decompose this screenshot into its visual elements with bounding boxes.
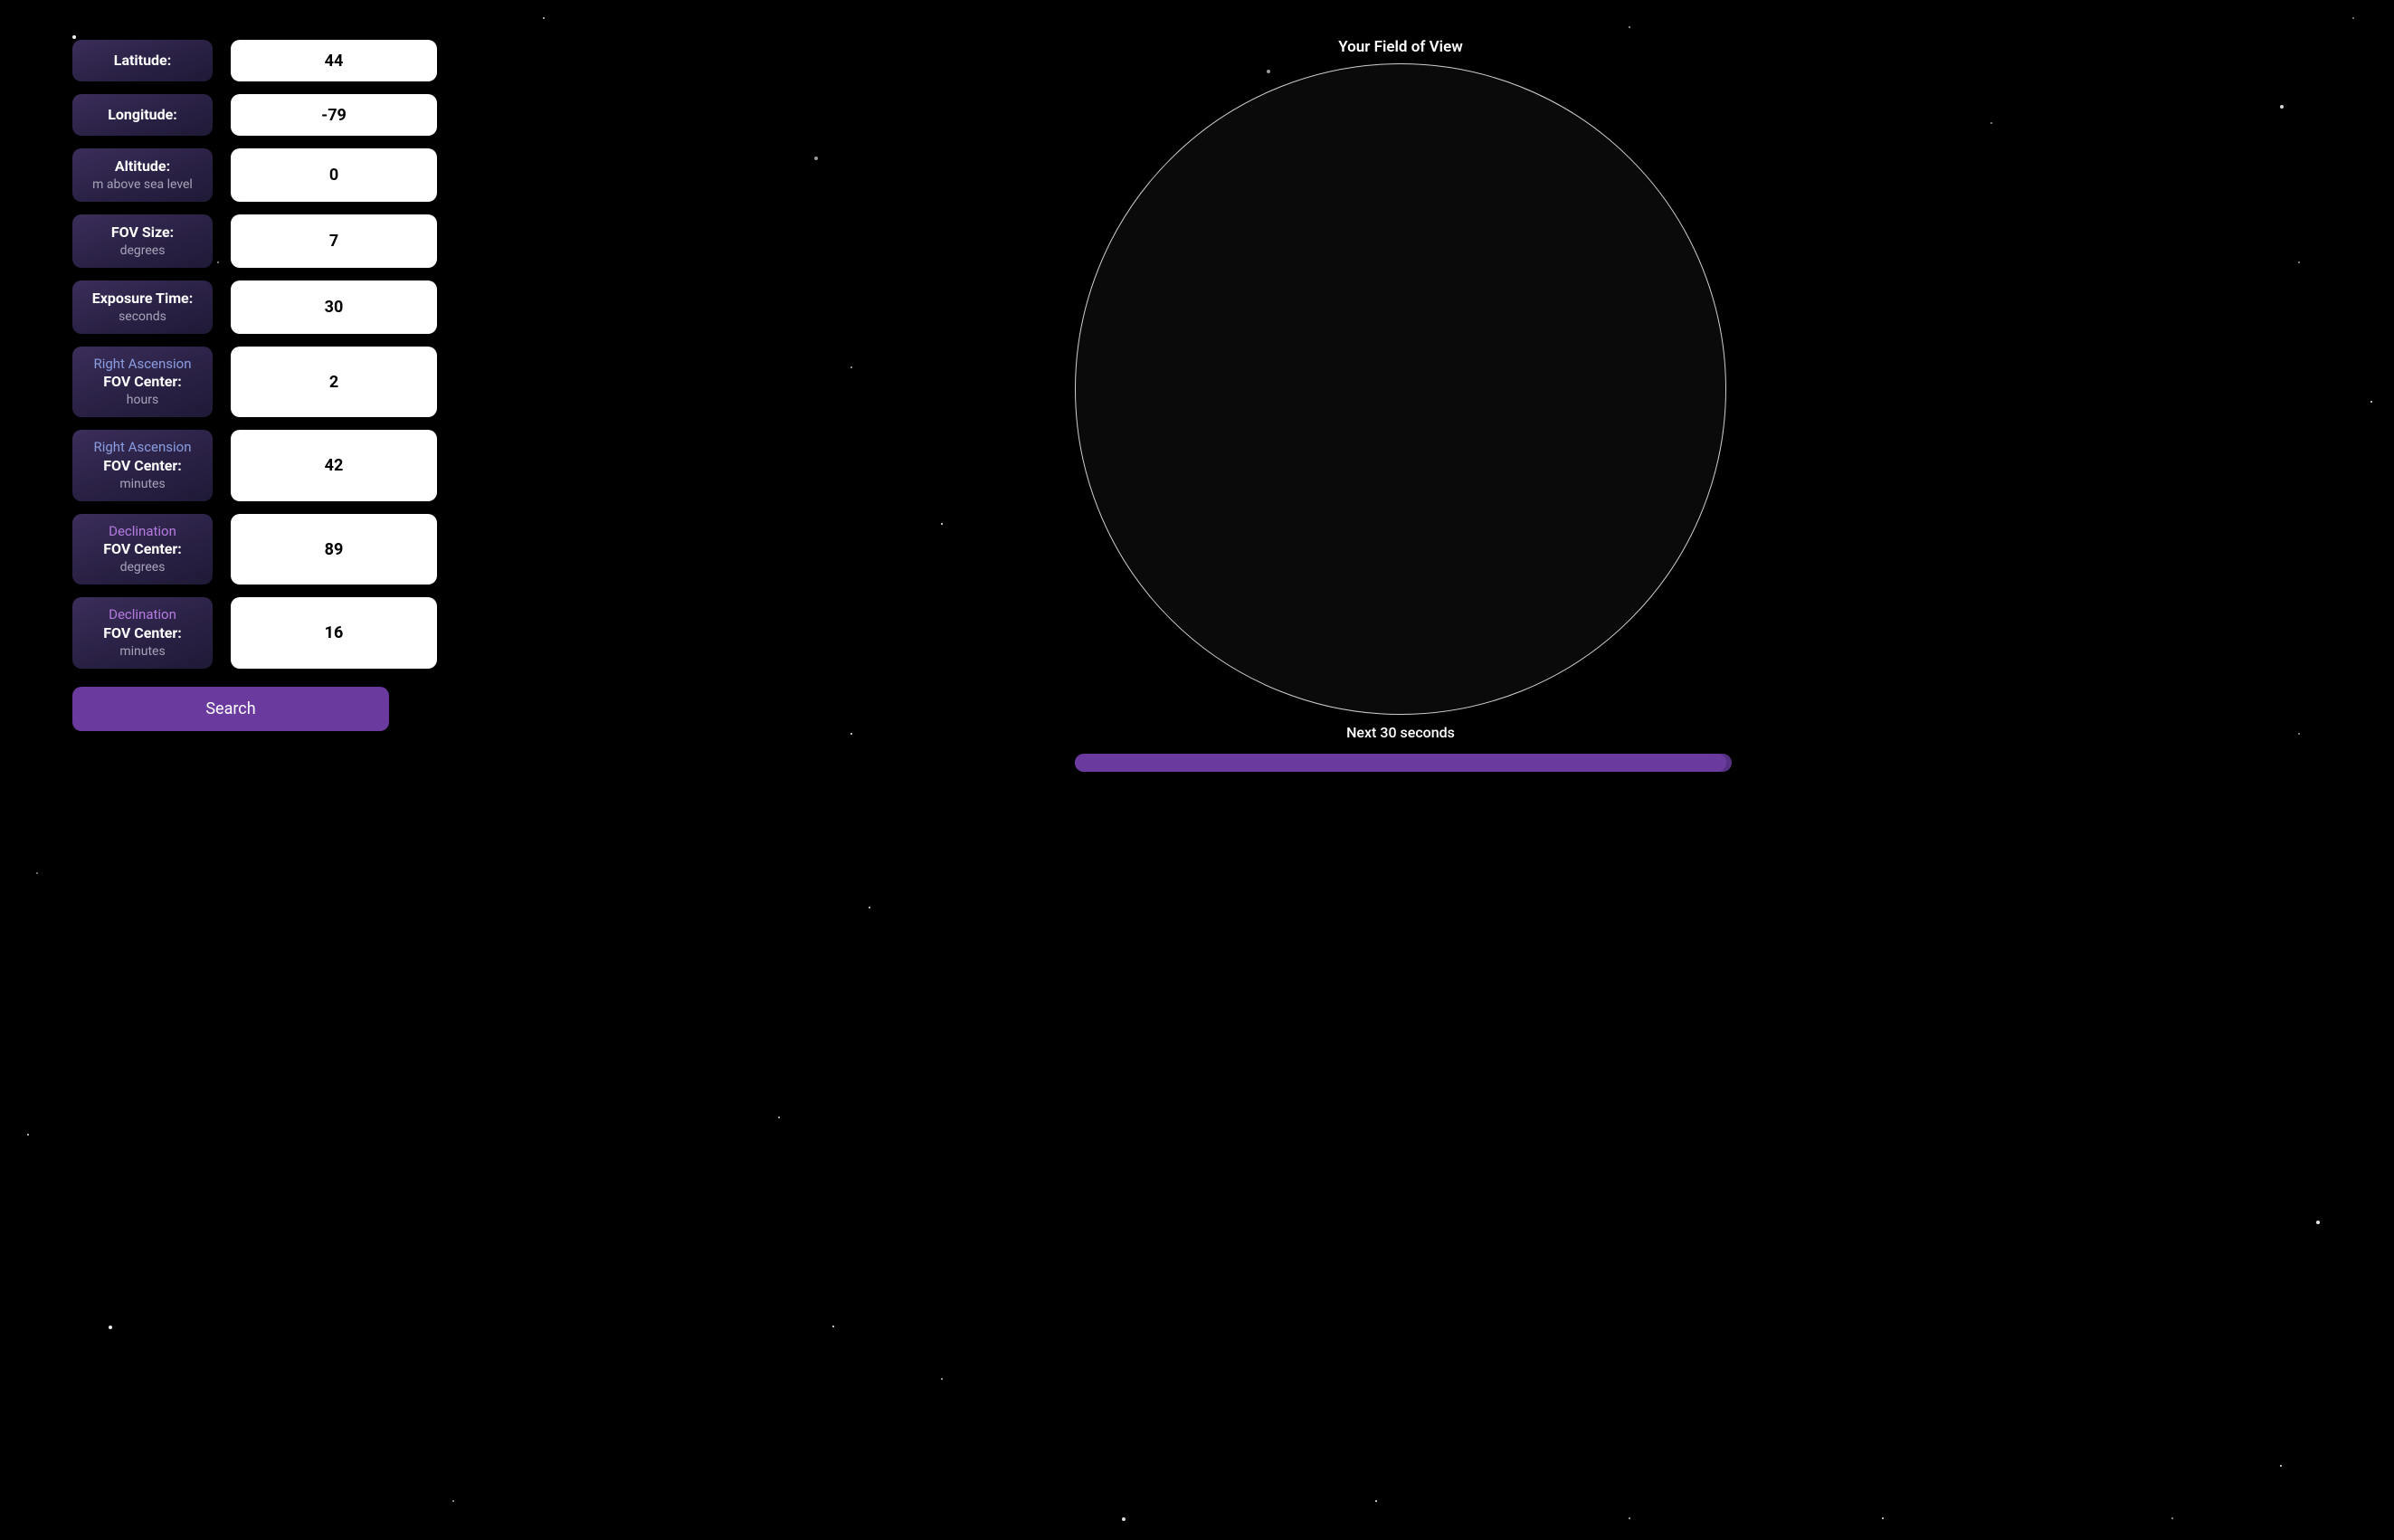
field-title: FOV Center: [103, 373, 182, 392]
field-subtitle: seconds [119, 309, 166, 325]
progress-label: Next 30 seconds [1346, 724, 1455, 741]
field-input[interactable] [231, 214, 437, 268]
field-input[interactable] [231, 597, 437, 668]
view-panel: Your Field of View Next 30 seconds [407, 0, 2394, 1540]
field-title: FOV Center: [103, 624, 182, 643]
field-title: FOV Size: [111, 223, 174, 242]
field-label: Exposure Time:seconds [72, 280, 213, 334]
field-row: DeclinationFOV Center:degrees [72, 514, 389, 585]
field-row: FOV Size:degrees [72, 214, 389, 268]
field-title: Longitude: [108, 106, 177, 125]
field-row: Right AscensionFOV Center:minutes [72, 430, 389, 500]
field-title: FOV Center: [103, 540, 182, 559]
field-label: Right AscensionFOV Center:hours [72, 347, 213, 417]
field-supertitle: Declination [109, 606, 176, 624]
field-input[interactable] [231, 148, 437, 202]
field-label: FOV Size:degrees [72, 214, 213, 268]
progress-fill [1075, 754, 1714, 772]
field-subtitle: degrees [120, 559, 166, 575]
field-subtitle: hours [127, 392, 158, 408]
search-button[interactable]: Search [72, 687, 389, 731]
field-row: DeclinationFOV Center:minutes [72, 597, 389, 668]
field-subtitle: minutes [119, 476, 165, 492]
settings-panel: Latitude: Longitude: Altitude:m above sea … [0, 0, 407, 1540]
field-title: FOV Center: [103, 457, 182, 476]
field-input[interactable] [231, 430, 437, 500]
field-input[interactable] [231, 40, 437, 81]
field-row: Altitude:m above sea level [72, 148, 389, 202]
field-input[interactable] [231, 514, 437, 585]
field-input[interactable] [231, 94, 437, 136]
fov-circle [1075, 63, 1726, 715]
field-subtitle: m above sea level [92, 176, 193, 193]
field-label: Longitude: [72, 94, 213, 136]
field-label: Latitude: [72, 40, 213, 81]
field-label: DeclinationFOV Center:degrees [72, 514, 213, 585]
fov-title: Your Field of View [1338, 38, 1463, 56]
field-subtitle: degrees [120, 242, 166, 259]
field-title: Latitude: [114, 52, 171, 71]
field-input[interactable] [231, 347, 437, 417]
field-title: Altitude: [115, 157, 170, 176]
progress-bar[interactable] [1075, 754, 1726, 772]
field-supertitle: Declination [109, 523, 176, 541]
field-row: Latitude: [72, 40, 389, 81]
field-supertitle: Right Ascension [93, 439, 191, 457]
field-input[interactable] [231, 280, 437, 334]
field-title: Exposure Time: [92, 290, 193, 309]
field-supertitle: Right Ascension [93, 356, 191, 374]
field-label: Right AscensionFOV Center:minutes [72, 430, 213, 500]
field-row: Right AscensionFOV Center:hours [72, 347, 389, 417]
field-row: Longitude: [72, 94, 389, 136]
field-subtitle: minutes [119, 643, 165, 660]
field-row: Exposure Time:seconds [72, 280, 389, 334]
field-label: DeclinationFOV Center:minutes [72, 597, 213, 668]
field-label: Altitude:m above sea level [72, 148, 213, 202]
